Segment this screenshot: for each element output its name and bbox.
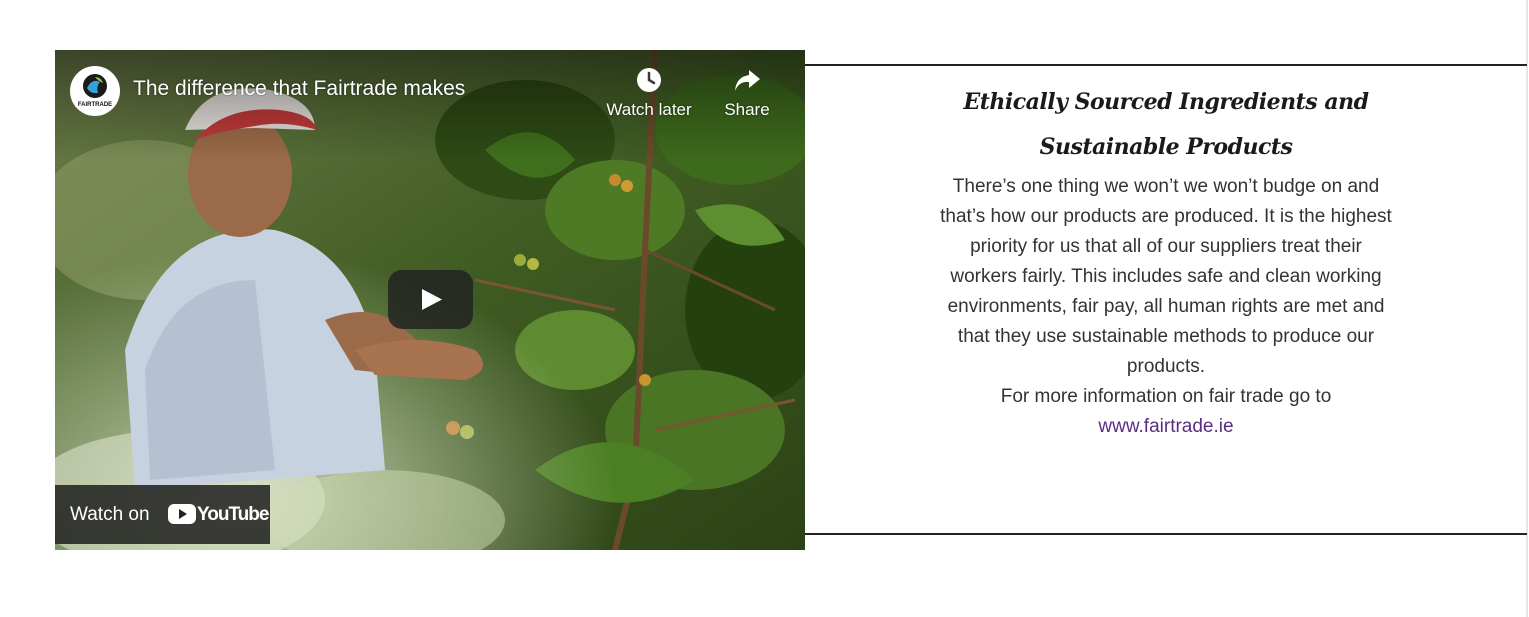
channel-logo-text: FAIRTRADE [78,102,112,108]
video-title[interactable]: The difference that Fairtrade makes [133,77,465,101]
play-button[interactable] [388,270,473,329]
watch-on-youtube-button[interactable]: Watch on YouTube [55,485,270,544]
watch-on-label: Watch on [70,504,150,525]
youtube-video-embed[interactable]: FAIRTRADE The difference that Fairtrade … [55,50,805,550]
share-arrow-icon [735,70,760,91]
page-edge-border [1526,0,1528,617]
ethical-sourcing-panel: Ethically Sourced Ingredients and Sustai… [940,80,1392,442]
watch-later-label: Watch later [606,100,692,119]
play-icon [422,289,442,310]
section-heading: Ethically Sourced Ingredients and Sustai… [963,89,1369,160]
share-button[interactable]: Share [717,66,777,120]
fairtrade-link[interactable]: www.fairtrade.ie [1098,416,1233,437]
share-label: Share [724,100,770,119]
section-body: There’s one thing we won’t we won’t budg… [940,172,1392,442]
section-body-text: There’s one thing we won’t we won’t budg… [940,176,1392,377]
youtube-wordmark: YouTube [197,504,269,525]
youtube-logo-icon [168,504,196,524]
more-info-text: For more information on fair trade go to [1000,386,1332,407]
section-top-rule [805,64,1527,66]
channel-avatar[interactable]: FAIRTRADE [70,66,120,116]
fairtrade-logo-icon: FAIRTRADE [78,74,112,108]
watch-later-button[interactable]: Watch later [603,66,695,120]
section-bottom-rule [805,533,1527,535]
clock-icon [637,68,661,92]
